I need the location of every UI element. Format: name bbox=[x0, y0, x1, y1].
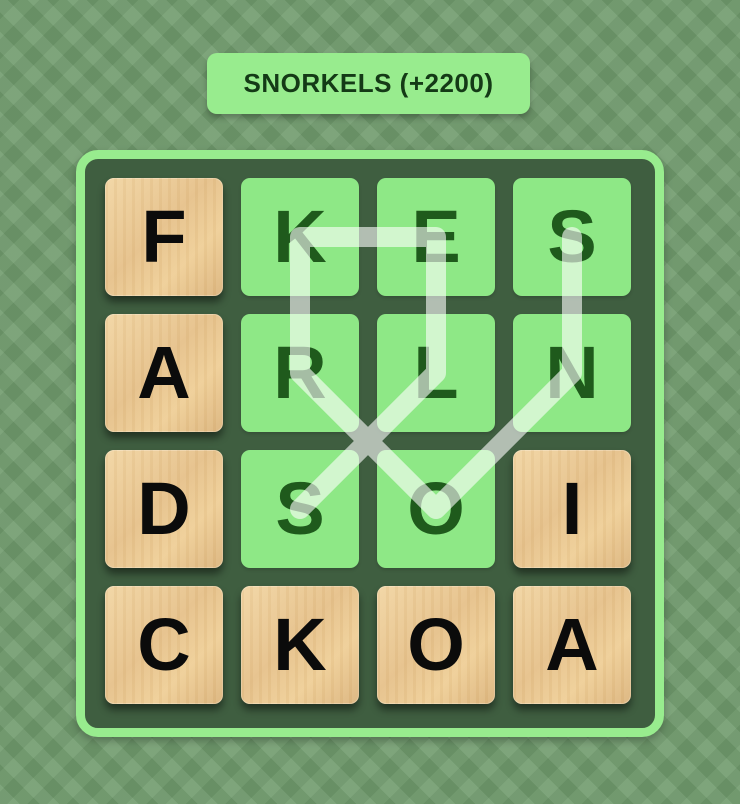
tile-letter: O bbox=[407, 467, 465, 550]
tile-r2c4[interactable]: N bbox=[513, 314, 631, 432]
tile-r1c1[interactable]: F bbox=[105, 178, 223, 296]
tile-r2c2[interactable]: R bbox=[241, 314, 359, 432]
tile-letter: S bbox=[275, 467, 325, 550]
found-word-banner: SNORKELS (+2200) bbox=[207, 53, 530, 114]
letter-grid: FKESARLNDSOICKOA bbox=[105, 178, 635, 708]
tile-r3c2[interactable]: S bbox=[241, 450, 359, 568]
tile-letter: S bbox=[547, 195, 597, 278]
tile-letter: E bbox=[411, 195, 461, 278]
tile-r4c4[interactable]: A bbox=[513, 586, 631, 704]
tile-letter: R bbox=[273, 331, 327, 414]
tile-r3c1[interactable]: D bbox=[105, 450, 223, 568]
tile-letter: K bbox=[273, 195, 327, 278]
tile-r4c3[interactable]: O bbox=[377, 586, 495, 704]
tile-r2c1[interactable]: A bbox=[105, 314, 223, 432]
tile-r3c4[interactable]: I bbox=[513, 450, 631, 568]
tile-letter: L bbox=[413, 331, 459, 414]
tile-letter: A bbox=[137, 331, 191, 414]
tile-r1c2[interactable]: K bbox=[241, 178, 359, 296]
tile-r1c4[interactable]: S bbox=[513, 178, 631, 296]
tile-letter: K bbox=[273, 603, 327, 686]
tile-letter: I bbox=[561, 467, 583, 550]
tile-r2c3[interactable]: L bbox=[377, 314, 495, 432]
tile-r4c1[interactable]: C bbox=[105, 586, 223, 704]
tile-r3c3[interactable]: O bbox=[377, 450, 495, 568]
tile-letter: F bbox=[141, 195, 187, 278]
tile-letter: N bbox=[545, 331, 599, 414]
tile-r1c3[interactable]: E bbox=[377, 178, 495, 296]
tile-r4c2[interactable]: K bbox=[241, 586, 359, 704]
tile-letter: C bbox=[137, 603, 191, 686]
tile-letter: O bbox=[407, 603, 465, 686]
tile-letter: D bbox=[137, 467, 191, 550]
tile-letter: A bbox=[545, 603, 599, 686]
